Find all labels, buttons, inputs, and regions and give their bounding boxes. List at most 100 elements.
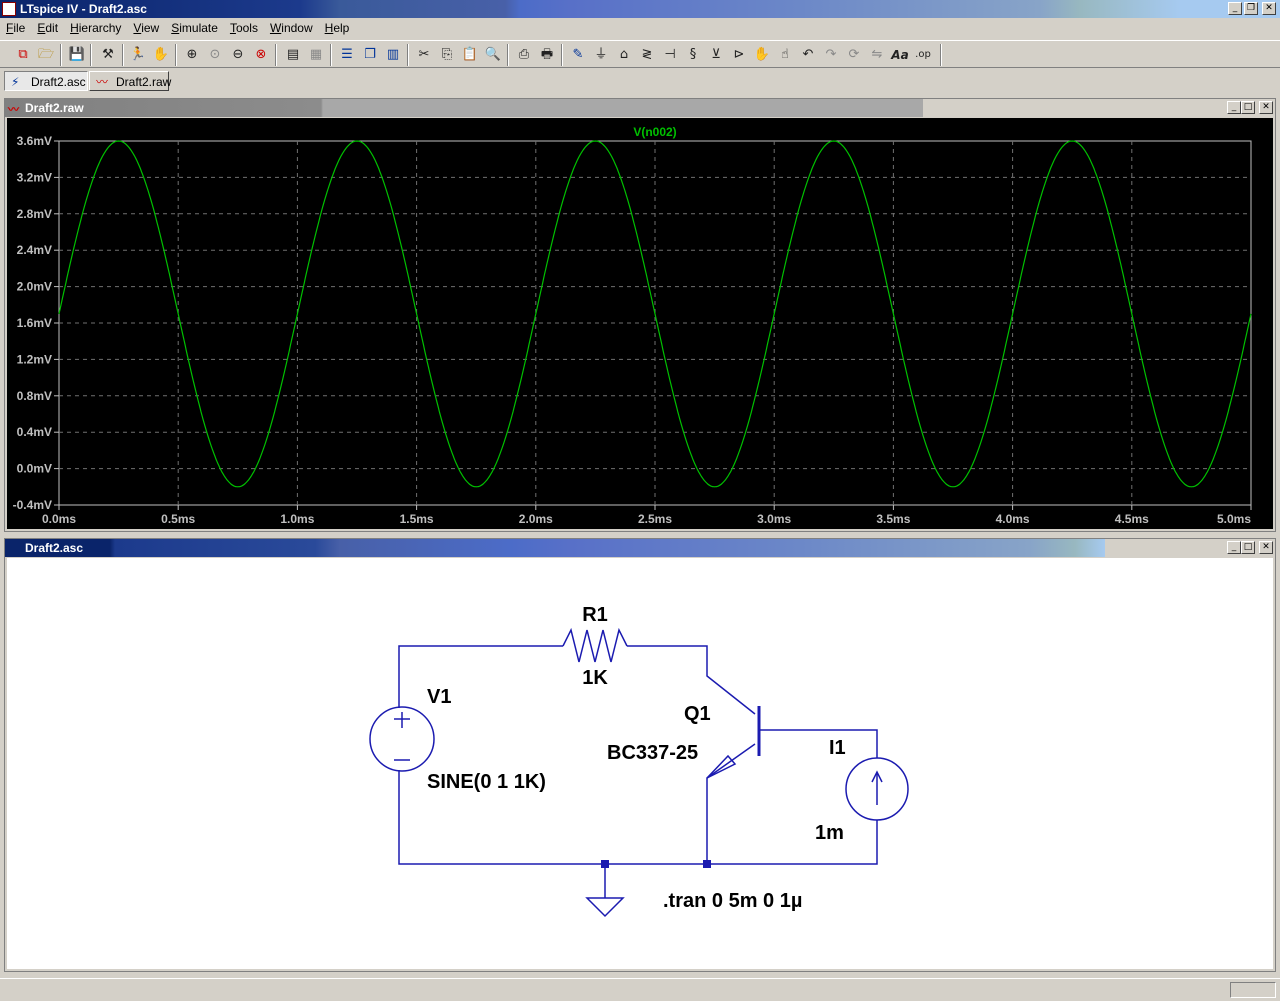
drag-icon[interactable]: ☝ xyxy=(775,45,795,65)
transistor-q1[interactable] xyxy=(706,671,763,786)
ltspice-app-icon[interactable] xyxy=(2,2,16,16)
paste-icon[interactable]: 📋 xyxy=(460,45,480,65)
component-icon[interactable]: ⊳ xyxy=(729,45,749,65)
control-panel-icon[interactable]: ⚒ xyxy=(98,45,118,65)
autorange-icon[interactable]: ▤ xyxy=(283,45,303,65)
menu-simulate[interactable]: Simulate xyxy=(165,21,224,35)
x-tick-label: 4.0ms xyxy=(996,512,1030,526)
diode-icon[interactable]: ⊻ xyxy=(706,45,726,65)
move-icon[interactable]: ✋ xyxy=(752,45,772,65)
resistor-r1[interactable] xyxy=(562,627,628,663)
q1-name-label[interactable]: Q1 xyxy=(684,703,711,725)
draw-wire-icon[interactable]: ✎ xyxy=(568,45,588,65)
x-tick-label: 2.5ms xyxy=(638,512,672,526)
menu-tools[interactable]: Tools xyxy=(224,21,264,35)
toolbar: ⧉ 🗁 💾 ⚒ 🏃 ✋ ⊕ ⊙ ⊖ ⊗ ▤ ▦ ☰ ❐ ▥ ✂ ⎘ 📋 🔍 ⎙ … xyxy=(0,40,1280,68)
menu-file[interactable]: File xyxy=(0,21,31,35)
tab-draft2-raw[interactable]: 〰 Draft2.raw xyxy=(89,71,171,91)
minimize-button[interactable]: _ xyxy=(1227,541,1241,554)
new-schematic-icon[interactable]: ⧉ xyxy=(13,45,33,65)
x-tick-label: 2.0ms xyxy=(519,512,553,526)
minimize-button[interactable]: _ xyxy=(1227,101,1241,114)
text-icon[interactable]: Aa xyxy=(890,45,910,65)
spice-directive-text[interactable]: .tran 0 5m 0 1µ xyxy=(663,890,802,912)
r1-value-label[interactable]: 1K xyxy=(582,667,608,689)
redo-icon[interactable]: ↷ xyxy=(821,45,841,65)
y-tick-label: 1.6mV xyxy=(17,316,52,330)
restore-button[interactable]: ❐ xyxy=(1244,2,1258,15)
y-tick-label: -0.4mV xyxy=(13,498,52,512)
x-tick-label: 3.5ms xyxy=(876,512,910,526)
zoom-full-icon[interactable]: ⊙ xyxy=(205,45,225,65)
print-setup-icon[interactable]: ⎙ xyxy=(514,45,534,65)
trace-label[interactable]: V(n002) xyxy=(633,125,676,139)
menu-edit[interactable]: Edit xyxy=(31,21,64,35)
menu-help[interactable]: Help xyxy=(319,21,356,35)
label-net-icon[interactable]: ⌂ xyxy=(614,45,634,65)
menu-bar: File Edit Hierarchy View Simulate Tools … xyxy=(0,18,1280,38)
i1-name-label[interactable]: I1 xyxy=(829,737,846,759)
waveform-plot-area[interactable]: 0.0ms 0.5ms 1.0ms 1.5ms 2.0ms 2.5ms 3.0ms 3.5ms… xyxy=(7,118,1273,529)
menu-hierarchy[interactable]: Hierarchy xyxy=(64,21,127,35)
ground-icon[interactable]: ⏚ xyxy=(591,45,611,65)
pan-icon[interactable]: ✋ xyxy=(151,45,171,65)
mirror-icon[interactable]: ⇋ xyxy=(867,45,887,65)
y-tick-label: 3.6mV xyxy=(17,134,52,148)
cascade-icon[interactable]: ❐ xyxy=(360,45,380,65)
i1-value-label[interactable]: 1m xyxy=(815,822,844,844)
x-tick-label: 1.5ms xyxy=(400,512,434,526)
v1-value-label[interactable]: SINE(0 1 1K) xyxy=(427,771,546,793)
tile-horizontal-icon[interactable]: ☰ xyxy=(337,45,357,65)
minimize-button[interactable]: _ xyxy=(1228,2,1242,15)
v1-name-label[interactable]: V1 xyxy=(427,686,451,708)
close-button[interactable]: ✕ xyxy=(1259,541,1273,554)
x-tick-label: 4.5ms xyxy=(1115,512,1149,526)
inductor-icon[interactable]: § xyxy=(683,45,703,65)
zoom-out-icon[interactable]: ⊖ xyxy=(228,45,248,65)
x-tick-label: 0.5ms xyxy=(161,512,195,526)
close-button[interactable]: ✕ xyxy=(1262,2,1276,15)
waveform-window-title: Draft2.raw xyxy=(25,101,84,115)
menu-view[interactable]: View xyxy=(127,21,165,35)
schematic-window-title-bar[interactable]: Draft2.asc xyxy=(5,539,1105,557)
waveform-window-title-bar[interactable]: 〰 Draft2.raw xyxy=(5,99,923,117)
zoom-cancel-icon[interactable]: ⊗ xyxy=(251,45,271,65)
copy-icon[interactable]: ⎘ xyxy=(437,45,457,65)
waveform-chart[interactable]: 0.0ms 0.5ms 1.0ms 1.5ms 2.0ms 2.5ms 3.0ms 3.5ms… xyxy=(7,118,1273,529)
x-tick-label: 3.0ms xyxy=(757,512,791,526)
cut-icon[interactable]: ✂ xyxy=(414,45,434,65)
zoom-in-icon[interactable]: ⊕ xyxy=(182,45,202,65)
wire[interactable] xyxy=(398,645,563,708)
close-button[interactable]: ✕ xyxy=(1259,101,1273,114)
save-icon[interactable]: 💾 xyxy=(67,45,87,65)
grid-icon[interactable]: ▦ xyxy=(306,45,326,65)
maximize-button[interactable]: □ xyxy=(1241,101,1255,114)
spice-directive-icon[interactable]: .op xyxy=(913,45,933,65)
r1-name-label[interactable]: R1 xyxy=(582,604,608,626)
resistor-icon[interactable]: ≷ xyxy=(637,45,657,65)
run-icon[interactable]: 🏃 xyxy=(128,45,148,65)
title-bar[interactable]: LTspice IV - Draft2.asc _ ❐ ✕ xyxy=(0,0,1280,18)
schematic-drawing[interactable]: R1 1K V1 SINE(0 1 1K) Q1 BC337-25 I1 1m … xyxy=(7,558,1273,969)
find-icon[interactable]: 🔍 xyxy=(483,45,503,65)
schematic-canvas[interactable]: R1 1K V1 SINE(0 1 1K) Q1 BC337-25 I1 1m … xyxy=(7,558,1273,969)
app-title: LTspice IV - Draft2.asc xyxy=(20,2,147,16)
maximize-button[interactable]: □ xyxy=(1241,541,1255,554)
q1-value-label[interactable]: BC337-25 xyxy=(607,742,698,764)
capacitor-icon[interactable]: ⊣ xyxy=(660,45,680,65)
y-tick-label: 0.8mV xyxy=(17,389,52,403)
x-tick-label: 5.0ms xyxy=(1217,512,1251,526)
waveform-icon: 〰 xyxy=(8,103,19,116)
print-icon[interactable]: 🖶 xyxy=(537,45,557,65)
document-tabs: ⚡ Draft2.asc 〰 Draft2.raw xyxy=(0,70,1280,94)
menu-window[interactable]: Window xyxy=(264,21,319,35)
ground-symbol[interactable] xyxy=(585,897,625,918)
tab-draft2-asc[interactable]: ⚡ Draft2.asc xyxy=(4,71,88,91)
wire[interactable] xyxy=(627,645,708,671)
tab-label: Draft2.asc xyxy=(31,75,86,89)
tile-vertical-icon[interactable]: ▥ xyxy=(383,45,403,65)
wire[interactable] xyxy=(763,729,878,758)
undo-icon[interactable]: ↶ xyxy=(798,45,818,65)
rotate-icon[interactable]: ⟳ xyxy=(844,45,864,65)
open-icon[interactable]: 🗁 xyxy=(36,45,56,65)
